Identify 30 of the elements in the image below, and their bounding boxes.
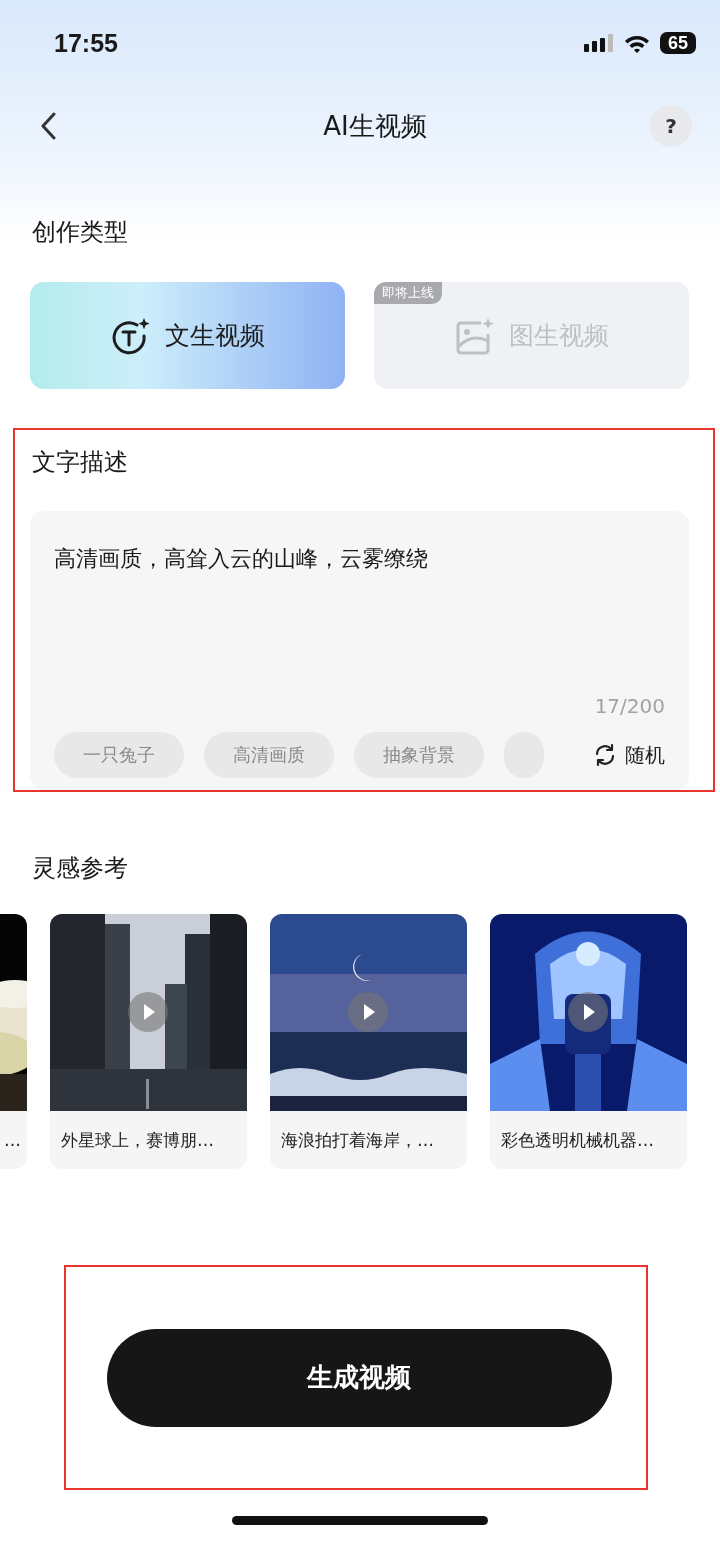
clock-time: 17:55 — [54, 28, 118, 58]
play-icon — [568, 992, 608, 1032]
help-button[interactable]: ? — [650, 105, 692, 147]
random-button[interactable]: 随机 — [593, 741, 665, 769]
signal-icon — [583, 34, 614, 52]
card-caption: 彩色透明机械机器… — [501, 1128, 654, 1152]
type-option[interactable]: 文生视频 — [30, 282, 345, 389]
refresh-icon — [593, 743, 617, 767]
play-icon — [348, 992, 388, 1032]
page-title: AI生视频 — [323, 109, 427, 143]
card-caption: 外星球上，赛博朋… — [61, 1128, 214, 1152]
inspiration-card[interactable]: 海浪拍打着海岸，… — [270, 914, 467, 1169]
inspiration-card[interactable]: 外星球上，赛博朋… — [50, 914, 247, 1169]
card-caption: 海浪拍打着海岸，… — [281, 1128, 434, 1152]
section-title: 文字描述 — [31, 447, 129, 478]
back-icon — [40, 112, 56, 140]
inspiration-card[interactable]: 彩色透明机械机器… — [490, 914, 687, 1169]
section-title: 创作类型 — [31, 217, 129, 248]
play-icon — [128, 992, 168, 1032]
character-count: 17/200 — [594, 694, 665, 720]
text-sparkle-icon — [110, 316, 151, 355]
image-sparkle-icon — [454, 316, 495, 355]
generate-button[interactable]: 生成视频 — [106, 1328, 612, 1427]
description-field[interactable]: 高清画质，高耸入云的山峰，云雾缭绕 17/200 一只兔子 高清画质 抽象背景 随机 — [30, 511, 689, 790]
battery-icon: 65 — [659, 32, 696, 54]
wifi-icon — [623, 33, 650, 53]
inspiration-card[interactable]: … — [0, 914, 27, 1169]
coming-soon-badge: 即将上线 — [374, 282, 442, 304]
section-title: 灵感参考 — [31, 853, 129, 884]
card-caption: … — [4, 1130, 21, 1150]
